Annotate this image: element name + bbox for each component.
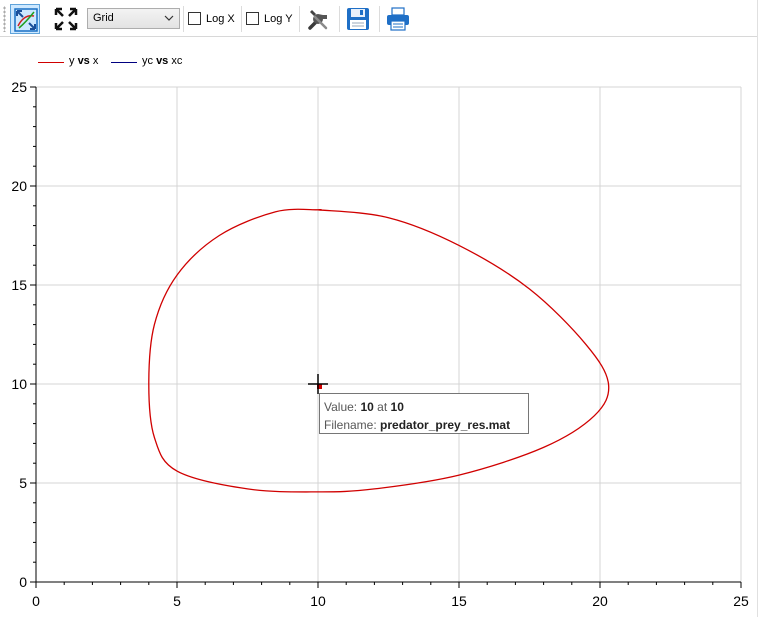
tooltip-value-line: Value: 10 at 10 — [324, 400, 404, 414]
y-tick-label: 25 — [11, 79, 27, 95]
x-tick-label: 5 — [173, 593, 181, 609]
tooltip-filename-line: Filename: predator_prey_res.mat — [324, 418, 511, 432]
y-tick-label: 15 — [11, 277, 27, 293]
y-tick-label: 10 — [11, 376, 27, 392]
x-tick-label: 10 — [310, 593, 326, 609]
plot-area[interactable]: 0 5 10 15 20 25 0 5 10 15 20 25 — [0, 0, 760, 617]
y-tick-label: 20 — [11, 178, 27, 194]
x-tick-label: 20 — [592, 593, 608, 609]
plot-canvas — [36, 87, 741, 582]
x-tick-label: 15 — [451, 593, 467, 609]
x-tick-label: 25 — [733, 593, 749, 609]
y-tick-label: 5 — [19, 475, 27, 491]
y-tick-label: 0 — [19, 574, 27, 590]
value-tooltip: Value: 10 at 10 Filename: predator_prey_… — [319, 393, 529, 434]
x-tick-label: 0 — [32, 593, 40, 609]
